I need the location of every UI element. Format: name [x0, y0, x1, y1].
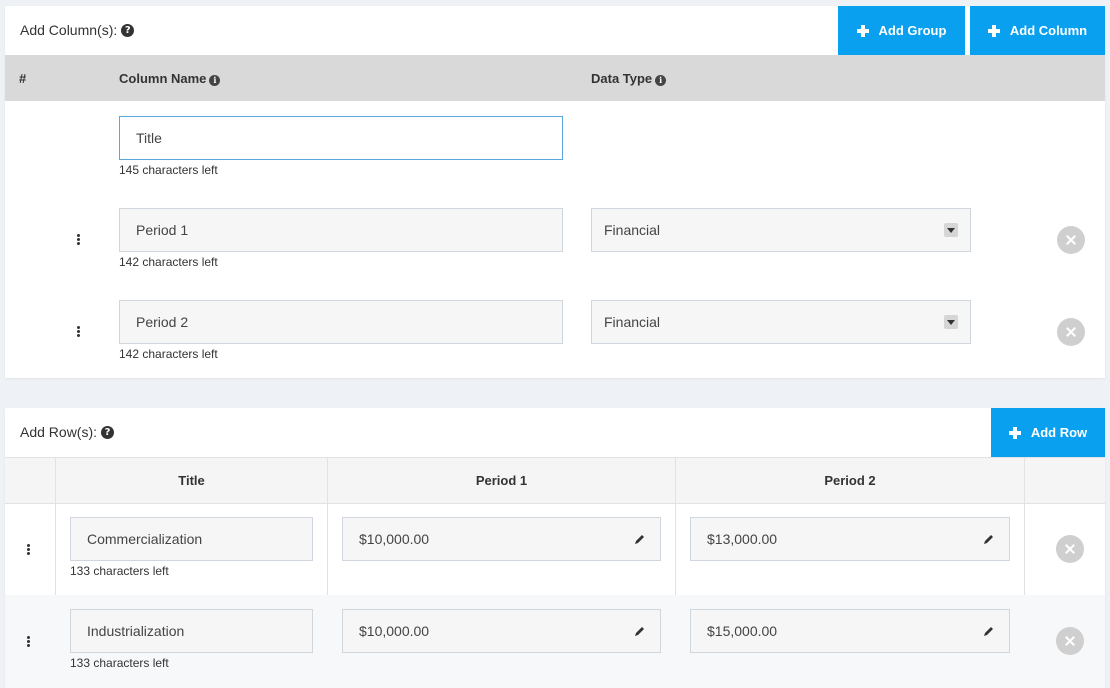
column-name-value: Period 2: [136, 314, 189, 330]
period-2-value-field[interactable]: $13,000.00: [690, 517, 1010, 561]
header-blank: [5, 458, 56, 504]
rows-panel: Add Row(s): ? Add Row Title Period 1 Per…: [5, 408, 1105, 688]
column-name-value: Title: [136, 130, 162, 146]
columns-panel-header: Add Column(s): ? Add Group Add Column: [5, 6, 1105, 55]
add-group-button[interactable]: Add Group: [838, 6, 965, 55]
row-title-input[interactable]: Commercialization: [70, 517, 313, 561]
remove-column-button[interactable]: [1057, 226, 1085, 254]
pencil-icon[interactable]: [983, 533, 995, 545]
characters-left-hint: 142 characters left: [119, 255, 218, 269]
remove-row-button[interactable]: [1056, 535, 1084, 563]
add-column-button[interactable]: Add Column: [970, 6, 1105, 55]
data-type-value: Financial: [604, 222, 661, 238]
header-period-1: Period 1: [328, 458, 676, 504]
columns-panel-title: Add Column(s): ?: [20, 22, 135, 38]
help-icon[interactable]: ?: [121, 23, 135, 37]
header-data-type-label: Data Type: [591, 71, 653, 86]
period-2-value: $13,000.00: [707, 531, 778, 547]
characters-left-hint: 142 characters left: [119, 347, 218, 361]
add-row-label: Add Row: [1030, 425, 1088, 440]
chevron-down-icon: [944, 223, 958, 237]
header-column-name: Column Name i: [119, 71, 221, 86]
data-type-value: Financial: [604, 314, 661, 330]
pencil-icon[interactable]: [983, 625, 995, 637]
period-1-value-field[interactable]: $10,000.00: [342, 517, 661, 561]
characters-left-hint: 133 characters left: [70, 656, 169, 670]
columns-panel: Add Column(s): ? Add Group Add Column # …: [5, 6, 1105, 378]
plus-icon: [1008, 426, 1021, 439]
drag-handle-icon[interactable]: [27, 636, 31, 648]
header-data-type: Data Type i: [591, 71, 667, 86]
rows-table-header: Title Period 1 Period 2: [5, 457, 1105, 504]
data-type-select[interactable]: Financial: [591, 208, 971, 252]
period-1-value-field[interactable]: $10,000.00: [342, 609, 661, 653]
chevron-down-icon: [944, 315, 958, 329]
characters-left-hint: 145 characters left: [119, 163, 218, 177]
add-row-button[interactable]: Add Row: [991, 408, 1105, 457]
header-number: #: [19, 71, 27, 86]
row-title-input[interactable]: Industrialization: [70, 609, 313, 653]
column-name-input[interactable]: Period 2: [119, 300, 563, 344]
header-column-name-label: Column Name: [119, 71, 207, 86]
data-type-select[interactable]: Financial: [591, 300, 971, 344]
drag-handle-icon[interactable]: [27, 544, 31, 556]
info-icon[interactable]: i: [655, 75, 667, 86]
remove-row-button[interactable]: [1056, 627, 1084, 655]
info-icon[interactable]: i: [209, 75, 221, 86]
header-period-2: Period 2: [676, 458, 1025, 504]
column-name-input[interactable]: Title: [119, 116, 563, 160]
row-title-value: Industrialization: [87, 623, 185, 639]
pencil-icon[interactable]: [634, 533, 646, 545]
remove-column-button[interactable]: [1057, 318, 1085, 346]
columns-table-header: # Column Name i Data Type i: [5, 55, 1105, 101]
pencil-icon[interactable]: [634, 625, 646, 637]
row-title-value: Commercialization: [87, 531, 203, 547]
plus-icon: [987, 24, 1000, 37]
add-column-label: Add Column: [1009, 23, 1088, 38]
header-title: Title: [56, 458, 328, 504]
period-1-value: $10,000.00: [359, 531, 430, 547]
period-1-value: $10,000.00: [359, 623, 430, 639]
column-name-value: Period 1: [136, 222, 189, 238]
characters-left-hint: 133 characters left: [70, 564, 169, 578]
drag-handle-icon[interactable]: [77, 234, 81, 246]
add-group-label: Add Group: [878, 23, 947, 38]
period-2-value-field[interactable]: $15,000.00: [690, 609, 1010, 653]
column-name-input[interactable]: Period 1: [119, 208, 563, 252]
help-icon[interactable]: ?: [101, 425, 115, 439]
rows-panel-header: Add Row(s): ? Add Row: [5, 408, 1105, 457]
rows-title-text: Add Row(s):: [20, 424, 98, 440]
plus-icon: [856, 24, 869, 37]
columns-title-text: Add Column(s):: [20, 22, 118, 38]
drag-handle-icon[interactable]: [77, 326, 81, 338]
period-2-value: $15,000.00: [707, 623, 778, 639]
rows-panel-title: Add Row(s): ?: [20, 424, 115, 440]
